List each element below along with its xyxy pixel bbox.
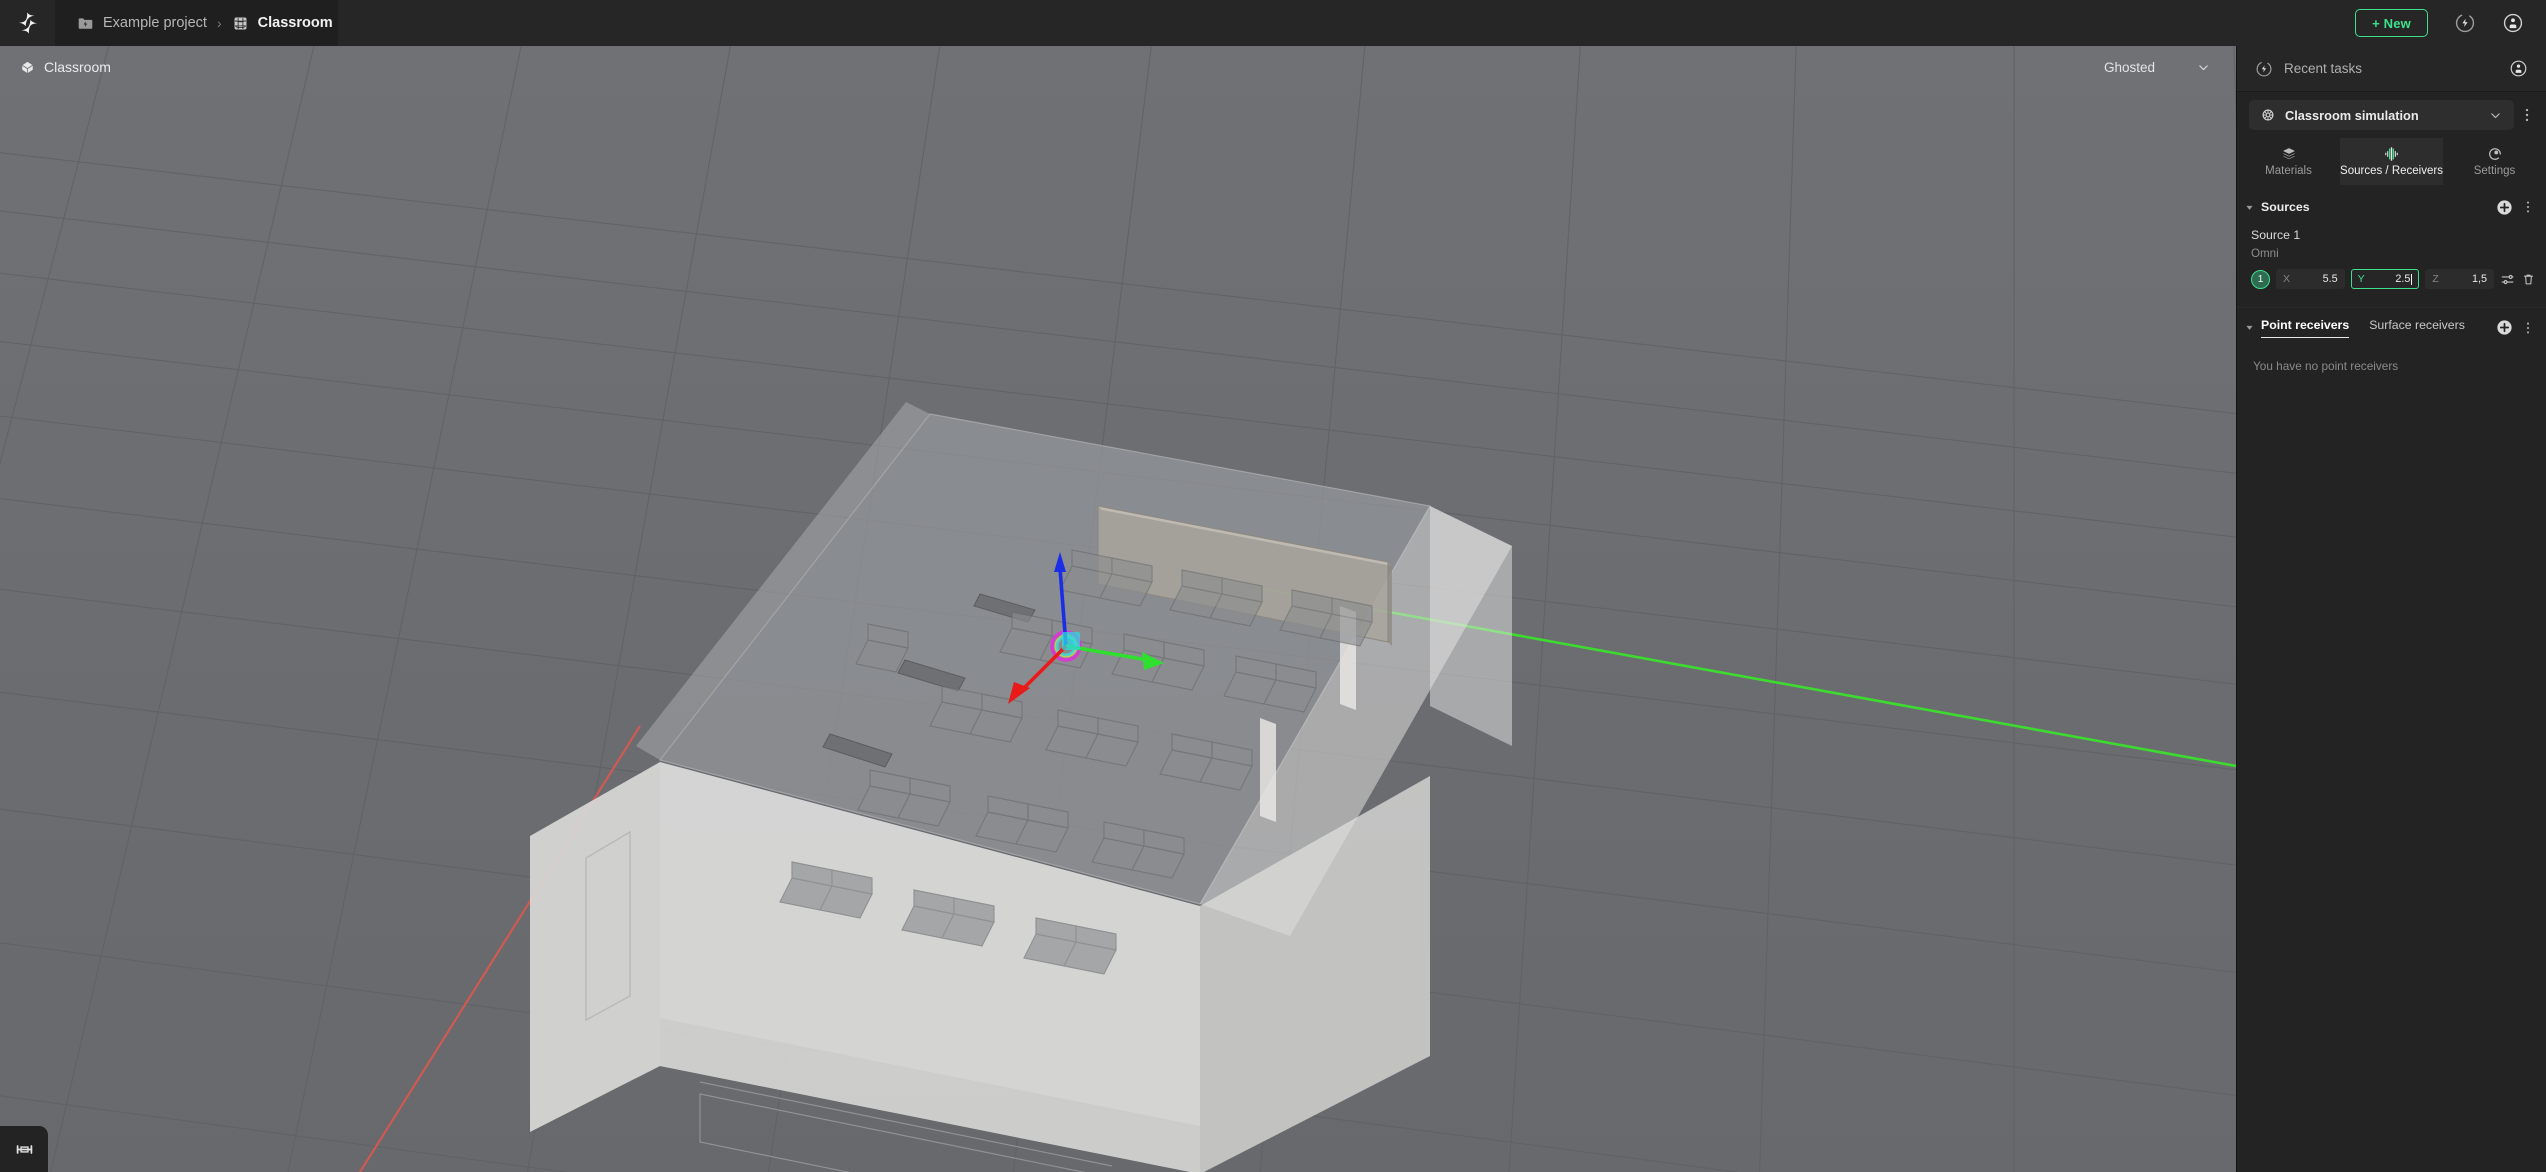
- account-circle-icon[interactable]: [2502, 12, 2524, 34]
- right-panel: Recent tasks Classroom simulation Materi…: [2236, 46, 2546, 1172]
- plus-circle-icon[interactable]: [2496, 199, 2513, 216]
- source-item: Source 1 Omni 1 X 5.5 Y 2.5 Z 1,5: [2237, 223, 2546, 297]
- simulation-name: Classroom simulation: [2285, 107, 2419, 123]
- plus-circle-icon[interactable]: [2496, 319, 2513, 336]
- source-z-input[interactable]: Z 1,5: [2425, 269, 2495, 289]
- layers-icon: [2282, 148, 2295, 160]
- breadcrumb-item-model[interactable]: Classroom: [232, 15, 333, 32]
- chevron-down-icon: [2199, 64, 2208, 70]
- tab-materials-label: Materials: [2265, 165, 2312, 177]
- source-y-input[interactable]: Y 2.5: [2350, 269, 2420, 289]
- text-cursor: [2411, 273, 2413, 285]
- sources-section-title: Sources: [2261, 200, 2310, 214]
- breadcrumb-separator: ›: [216, 15, 222, 31]
- trash-icon[interactable]: [2521, 272, 2536, 287]
- simulation-bar: Classroom simulation: [2237, 92, 2546, 138]
- new-button[interactable]: + New: [2355, 9, 2428, 37]
- triangle-down-icon[interactable]: [2245, 323, 2254, 332]
- triangle-down-icon[interactable]: [2245, 203, 2254, 212]
- source-x-label: X: [2283, 273, 2291, 285]
- mesh-icon: [22, 61, 33, 73]
- app-body: Classroom Ghosted Recent tasks Classroom…: [0, 46, 2546, 1172]
- simulation-gear-icon: [2262, 109, 2274, 121]
- tab-settings[interactable]: Settings: [2443, 138, 2546, 185]
- account-circle-icon[interactable]: [2509, 59, 2528, 78]
- recent-tasks-header: Recent tasks: [2237, 46, 2546, 92]
- source-y-value: 2.5: [2395, 273, 2411, 285]
- viewport-toolbar: Classroom Ghosted: [0, 46, 2236, 88]
- source-x-input[interactable]: X 5.5: [2276, 269, 2345, 289]
- pinwheel-logo-icon: [18, 12, 37, 34]
- viewport-canvas[interactable]: [0, 46, 2236, 1172]
- viewport-model-title: Classroom: [20, 59, 111, 75]
- display-mode-value: Ghosted: [2103, 59, 2155, 75]
- cube-model-icon: [234, 17, 247, 29]
- source-type: Omni: [2251, 247, 2279, 260]
- breadcrumb: Example project › Classroom: [55, 0, 338, 46]
- source-index-badge[interactable]: 1: [2251, 269, 2270, 289]
- tab-sources-receivers-label: Sources / Receivers: [2340, 165, 2443, 177]
- chevron-down-icon: [2491, 112, 2500, 118]
- breadcrumb-item-project[interactable]: Example project: [77, 15, 207, 32]
- topbar-spacer: [338, 0, 2356, 46]
- bolt-circle-icon[interactable]: [2255, 60, 2273, 78]
- simulation-selector[interactable]: Classroom simulation: [2249, 100, 2514, 130]
- tune-sliders-icon[interactable]: [2500, 272, 2515, 287]
- source-y-label: Y: [2357, 273, 2365, 285]
- panel-tabs: Materials Sources / Receivers Settings: [2237, 138, 2546, 185]
- folder-bolt-icon: [78, 17, 93, 29]
- app-logo[interactable]: [0, 0, 55, 46]
- kebab-menu-icon[interactable]: [2518, 106, 2536, 124]
- tab-point-receivers[interactable]: Point receivers: [2261, 318, 2350, 338]
- waveform-icon: [2384, 147, 2398, 161]
- recent-tasks-title: Recent tasks: [2284, 61, 2363, 76]
- tab-settings-label: Settings: [2473, 165, 2516, 177]
- source-x-value: 5.5: [2322, 273, 2338, 285]
- tab-surface-receivers[interactable]: Surface receivers: [2369, 318, 2465, 337]
- viewport-3d[interactable]: Classroom Ghosted: [0, 46, 2236, 1172]
- kebab-menu-icon[interactable]: [2520, 199, 2536, 215]
- source-z-value: 1,5: [2472, 273, 2488, 285]
- receivers-section-header: Point receivers Surface receivers: [2237, 307, 2546, 341]
- top-bar: Example project › Classroom + New: [0, 0, 2546, 46]
- receiver-tabs: Point receivers Surface receivers: [2261, 318, 2465, 338]
- breadcrumb-project-label: Example project: [103, 15, 207, 31]
- topbar-actions: + New: [2355, 0, 2546, 46]
- source-coordinate-fields: 1 X 5.5 Y 2.5 Z 1,5: [2251, 269, 2536, 289]
- sources-section-header: Sources: [2237, 191, 2546, 223]
- source-name: Source 1: [2251, 228, 2301, 242]
- bolt-circle-icon[interactable]: [2454, 12, 2476, 34]
- ruler-measure-icon: [16, 1144, 32, 1154]
- app-root: Example project › Classroom + New Classr…: [0, 0, 2546, 1172]
- measure-tool-button[interactable]: [0, 1126, 48, 1172]
- display-mode-select[interactable]: Ghosted: [2094, 56, 2216, 79]
- receivers-empty-message: You have no point receivers: [2253, 359, 2399, 373]
- viewport-model-label: Classroom: [44, 59, 111, 75]
- panel-content: Sources Source 1 Omni 1 X 5.5 Y 2.5 Z 1,…: [2237, 185, 2546, 1172]
- breadcrumb-model-label: Classroom: [257, 15, 333, 31]
- knob-icon: [2488, 148, 2501, 160]
- kebab-menu-icon[interactable]: [2520, 320, 2536, 336]
- tab-materials[interactable]: Materials: [2237, 138, 2340, 185]
- tab-sources-receivers[interactable]: Sources / Receivers: [2340, 138, 2443, 185]
